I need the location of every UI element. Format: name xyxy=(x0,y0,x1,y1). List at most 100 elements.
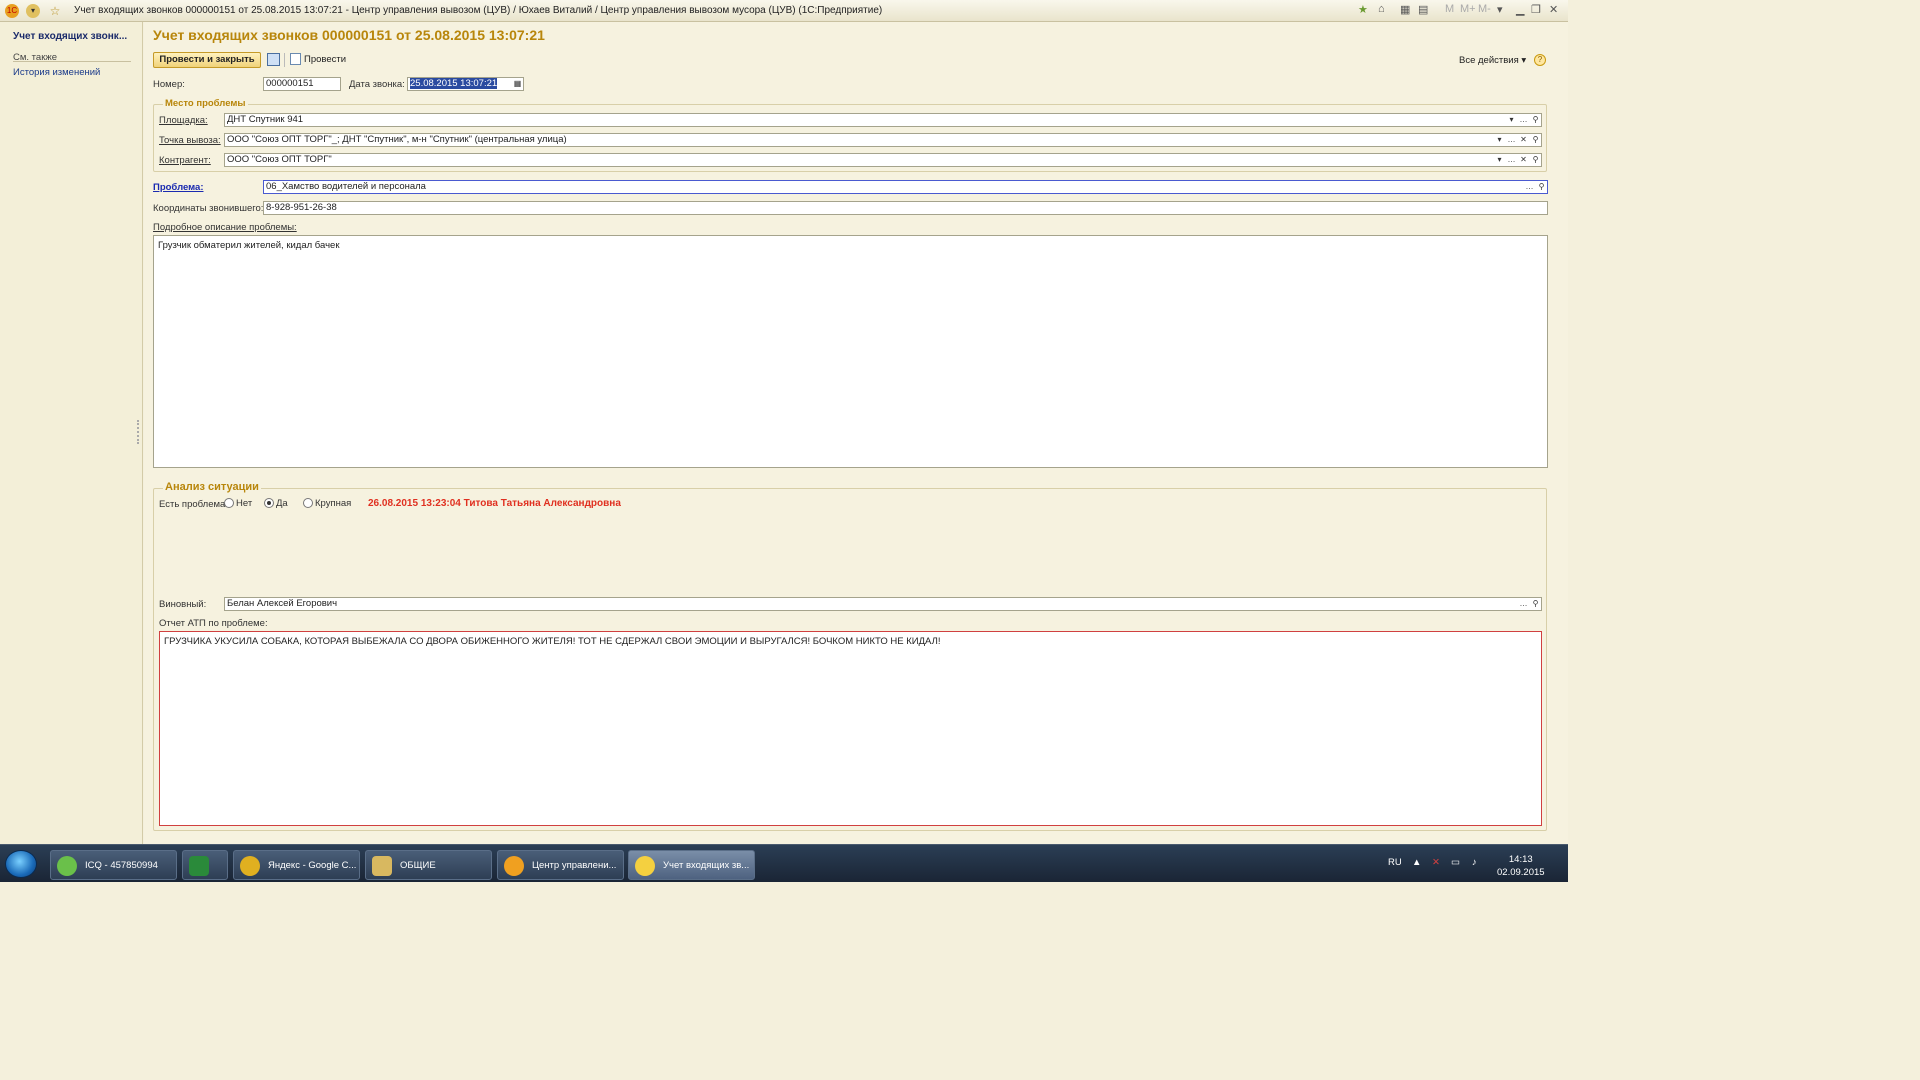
call-date-field[interactable]: 25.08.2015 13:07:21 ▦ xyxy=(407,77,524,91)
post-button-label: Провести xyxy=(304,54,347,65)
app-1c-icon[interactable]: 1С xyxy=(5,4,19,18)
menu-arrow-icon[interactable]: ▾ xyxy=(26,4,40,18)
contractor-value: ООО "Союз ОПТ ТОРГ" xyxy=(227,154,332,165)
clock-time: 14:13 xyxy=(1508,854,1533,865)
description-textarea[interactable]: Грузчик обматерил жителей, кидал бачек xyxy=(153,235,1548,468)
caller-coords-label: Координаты звонившего: xyxy=(153,203,264,214)
1c-icon xyxy=(504,856,524,876)
select-dots-icon[interactable]: … xyxy=(1506,134,1517,146)
dropdown-icon[interactable]: ▾ xyxy=(1494,134,1505,146)
window-title-bar: 1С ▾ ☆ Учет входящих звонков 000000151 о… xyxy=(0,0,1568,22)
contractor-label[interactable]: Контрагент: xyxy=(159,155,211,166)
tray-volume-icon[interactable]: ♪ xyxy=(1472,857,1477,868)
help-icon[interactable]: ? xyxy=(1534,54,1546,66)
clear-icon[interactable]: ✕ xyxy=(1518,154,1529,166)
radio-major-label: Крупная xyxy=(315,498,352,509)
pickup-point-label[interactable]: Точка вывоза: xyxy=(159,135,221,146)
start-button-icon[interactable] xyxy=(5,850,37,878)
guilty-label: Виновный: xyxy=(159,599,207,610)
restore-button[interactable]: ❐ xyxy=(1531,3,1541,16)
tray-network-icon[interactable]: ▭ xyxy=(1451,857,1460,868)
memory-m-button[interactable]: M xyxy=(1445,3,1454,15)
taskbar-item-excel[interactable] xyxy=(182,850,228,880)
radio-no-label: Нет xyxy=(236,498,253,509)
search-icon[interactable]: ⚲ xyxy=(1530,134,1541,146)
analysis-title: Анализ ситуации xyxy=(163,481,261,493)
1c-form-icon xyxy=(635,856,655,876)
post-button[interactable]: Провести xyxy=(290,53,346,67)
save-icon[interactable] xyxy=(267,53,280,66)
tray-expand-icon[interactable]: ▲ xyxy=(1412,857,1421,868)
search-icon[interactable]: ⚲ xyxy=(1530,598,1541,610)
problem-label: Проблема: xyxy=(153,182,204,193)
minimize-button[interactable]: ▁ xyxy=(1516,3,1524,16)
radio-major[interactable]: Крупная xyxy=(303,498,351,509)
memory-m-plus-button[interactable]: M+ xyxy=(1460,3,1476,15)
search-icon[interactable]: ⚲ xyxy=(1530,154,1541,166)
dropdown-icon[interactable]: ▾ xyxy=(1506,114,1517,126)
search-icon[interactable]: ⚲ xyxy=(1536,181,1547,193)
pickup-point-field[interactable]: ООО "Союз ОПТ ТОРГ"_; ДНТ "Спутник", м-н… xyxy=(224,133,1542,147)
toolbar-divider xyxy=(284,53,285,67)
contractor-field[interactable]: ООО "Союз ОПТ ТОРГ" ▾… ✕ ⚲ xyxy=(224,153,1542,167)
nav-history-link[interactable]: История изменений xyxy=(13,67,100,78)
post-and-close-button[interactable]: Провести и закрыть xyxy=(153,52,261,68)
clock-date: 02.09.2015 xyxy=(1497,867,1545,878)
history-icon[interactable]: ⌂ xyxy=(1378,3,1385,15)
post-document-icon xyxy=(290,53,301,66)
has-problem-label: Есть проблема: xyxy=(159,499,228,510)
dropdown-icon[interactable]: ▾ xyxy=(1494,154,1505,166)
search-icon[interactable]: ⚲ xyxy=(1530,114,1541,126)
calendar-icon[interactable]: ▤ xyxy=(1418,3,1428,16)
taskbar-item-1c-main[interactable]: Центр управлени... xyxy=(497,850,624,880)
problem-place-title: Место проблемы xyxy=(163,98,248,109)
guilty-value: Белан Алексей Егорович xyxy=(227,598,338,609)
memory-m-minus-button[interactable]: M- xyxy=(1478,3,1491,15)
window-title: Учет входящих звонков 000000151 от 25.08… xyxy=(74,5,883,16)
site-value: ДНТ Спутник 941 xyxy=(227,114,304,125)
all-actions-menu[interactable]: Все действия ▾ xyxy=(1459,55,1526,66)
taskbar-item-icq-label: ICQ - 457850994 xyxy=(85,860,158,871)
clear-icon[interactable]: ✕ xyxy=(1518,134,1529,146)
close-button[interactable]: ✕ xyxy=(1549,3,1558,16)
favorite-star-icon[interactable]: ☆ xyxy=(48,4,62,18)
navigation-panel: Учет входящих звонк... См. также История… xyxy=(0,22,143,844)
problem-field[interactable]: 06_Хамство водителей и персонала … ⚲ xyxy=(263,180,1548,194)
select-dots-icon[interactable]: … xyxy=(1524,181,1535,193)
number-field[interactable]: 000000151 xyxy=(263,77,341,91)
select-dots-icon[interactable]: … xyxy=(1506,154,1517,166)
call-date-label: Дата звонка: xyxy=(349,79,405,90)
caller-coords-field[interactable]: 8-928-951-26-38 xyxy=(263,201,1548,215)
panel-resize-handle[interactable] xyxy=(137,420,140,444)
calculator-icon[interactable]: ▦ xyxy=(1400,3,1410,16)
problem-value: 06_Хамство водителей и персонала xyxy=(266,181,426,192)
tray-icon-1[interactable]: ✕ xyxy=(1432,857,1440,868)
dropdown-arrow-icon[interactable]: ▾ xyxy=(1497,3,1503,16)
language-indicator[interactable]: RU xyxy=(1388,857,1402,868)
taskbar-item-chrome-label: Яндекс - Google C... xyxy=(268,860,357,871)
description-label: Подробное описание проблемы: xyxy=(153,222,297,233)
excel-icon xyxy=(189,856,209,876)
report-textarea[interactable]: ГРУЗЧИКА УКУСИЛА СОБАКА, КОТОРАЯ ВЫБЕЖАЛ… xyxy=(159,631,1542,826)
radio-major-circle[interactable] xyxy=(303,498,313,509)
icq-icon xyxy=(57,856,77,876)
radio-yes[interactable]: Да xyxy=(264,498,288,509)
radio-no[interactable]: Нет xyxy=(224,498,252,509)
site-field[interactable]: ДНТ Спутник 941 ▾… ⚲ xyxy=(224,113,1542,127)
favorites-add-icon[interactable]: ★ xyxy=(1358,3,1368,16)
select-dots-icon[interactable]: … xyxy=(1518,598,1529,610)
taskbar-item-icq[interactable]: ICQ - 457850994 xyxy=(50,850,177,880)
radio-yes-circle[interactable] xyxy=(264,498,274,509)
chrome-icon xyxy=(240,856,260,876)
nav-current-document[interactable]: Учет входящих звонк... xyxy=(13,31,127,42)
calendar-button-icon[interactable]: ▦ xyxy=(512,78,523,90)
taskbar-item-1c-form[interactable]: Учет входящих зв... xyxy=(628,850,755,880)
taskbar-item-chrome[interactable]: Яндекс - Google C... xyxy=(233,850,360,880)
select-dots-icon[interactable]: … xyxy=(1518,114,1529,126)
site-label[interactable]: Площадка: xyxy=(159,115,208,126)
guilty-field[interactable]: Белан Алексей Егорович … ⚲ xyxy=(224,597,1542,611)
nav-divider xyxy=(13,61,131,62)
radio-no-circle[interactable] xyxy=(224,498,234,509)
taskbar-item-folder[interactable]: ОБЩИЕ xyxy=(365,850,492,880)
taskbar-clock[interactable]: 14:13 02.09.2015 xyxy=(1497,853,1545,879)
